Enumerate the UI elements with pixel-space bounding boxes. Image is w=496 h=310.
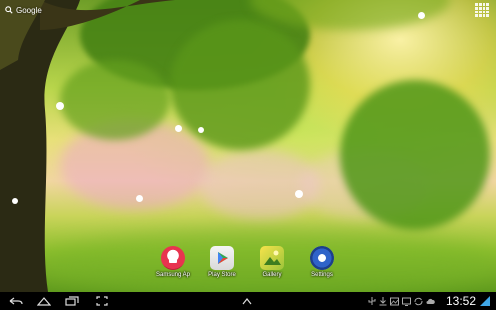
app-samsung-apps[interactable]: Samsung Ap bbox=[152, 246, 194, 278]
usb-icon bbox=[368, 296, 375, 305]
recent-apps-icon bbox=[65, 296, 79, 306]
search-icon bbox=[5, 6, 13, 14]
up-button[interactable] bbox=[240, 295, 254, 307]
google-search-widget[interactable]: Google bbox=[5, 3, 42, 17]
back-button[interactable] bbox=[8, 295, 24, 307]
screenshot-icon bbox=[96, 296, 108, 306]
settings-icon bbox=[310, 246, 334, 270]
samsung-apps-icon bbox=[161, 246, 185, 270]
signal-icon bbox=[480, 296, 490, 306]
sync-icon bbox=[414, 297, 422, 305]
navigation-bar: 13:52 bbox=[0, 292, 496, 310]
home-button[interactable] bbox=[36, 295, 52, 307]
image-icon bbox=[389, 297, 399, 305]
cloud-icon bbox=[426, 298, 435, 304]
app-gallery[interactable]: Gallery bbox=[251, 246, 293, 278]
wallpaper bbox=[0, 0, 496, 292]
app-play-store[interactable]: Play Store bbox=[201, 246, 243, 278]
home-icon bbox=[37, 297, 51, 306]
download-icon bbox=[379, 296, 386, 305]
tree-trunk bbox=[0, 0, 175, 292]
notification-icons[interactable] bbox=[366, 295, 436, 307]
screenshot-button[interactable] bbox=[94, 295, 110, 307]
clock[interactable]: 13:52 bbox=[446, 293, 476, 309]
up-arrow-icon bbox=[242, 297, 252, 304]
screen-icon bbox=[401, 297, 411, 306]
app-settings[interactable]: Settings bbox=[301, 246, 343, 278]
app-label: Samsung Ap bbox=[155, 272, 191, 278]
recent-apps-button[interactable] bbox=[64, 295, 80, 307]
apps-grid-button[interactable] bbox=[475, 3, 489, 17]
back-icon bbox=[9, 297, 23, 304]
app-label: Settings bbox=[311, 272, 333, 278]
google-label: Google bbox=[16, 5, 42, 15]
app-label: Play Store bbox=[208, 272, 236, 278]
play-store-icon bbox=[210, 246, 234, 270]
gallery-icon bbox=[260, 246, 284, 270]
app-label: Gallery bbox=[262, 272, 282, 278]
